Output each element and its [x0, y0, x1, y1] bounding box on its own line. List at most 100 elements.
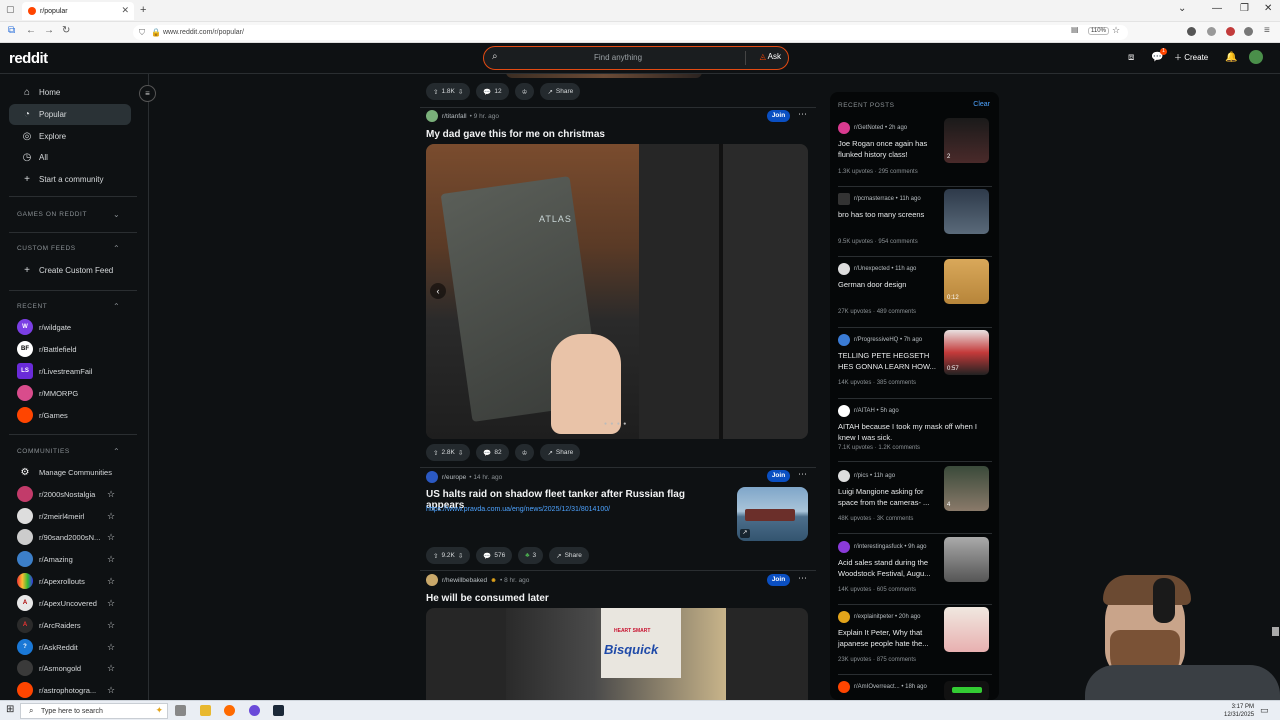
taskbar-search[interactable]: ⌕ Type here to search ✦	[20, 703, 168, 719]
task-view-icon[interactable]	[175, 705, 186, 716]
sidebar-item-all[interactable]: ◷ All	[9, 147, 131, 168]
create-custom-feed[interactable]: + Create Custom Feed	[9, 260, 131, 281]
subreddit-avatar[interactable]	[426, 110, 438, 122]
scrollbar-thumb[interactable]	[1272, 627, 1279, 636]
recent-post-item[interactable]: r/Unexpected • 11h ago German door desig…	[838, 259, 992, 323]
community-item[interactable]: Ar/ArcRaiders ☆	[17, 615, 115, 635]
post-title[interactable]: He will be consumed later	[426, 593, 549, 604]
star-icon[interactable]: ☆	[107, 532, 115, 543]
url-field[interactable]: ⛉ 🔒 www.reddit.com/r/popular/	[133, 25, 1128, 40]
share-button[interactable]: ↗ Share	[540, 83, 581, 100]
community-item[interactable]: r/Asmongold ☆	[17, 658, 115, 678]
vote-control[interactable]: ⇧ 1.8K ⇩	[426, 83, 471, 100]
menu-icon[interactable]: ≡	[1264, 25, 1270, 36]
comments-button[interactable]: 💬 12	[476, 83, 509, 100]
recent-community[interactable]: LS r/LivestreamFail	[17, 361, 92, 381]
speaker-icon[interactable]	[1244, 27, 1253, 36]
community-item[interactable]: ? r/AskReddit ☆	[17, 637, 115, 657]
join-button[interactable]: Join	[767, 110, 790, 122]
join-button[interactable]: Join	[767, 574, 790, 586]
manage-communities[interactable]: ⚙ Manage Communities	[17, 462, 112, 482]
close-window-icon[interactable]: ✕	[1264, 3, 1272, 14]
reader-view-icon[interactable]: ▤	[1071, 25, 1079, 34]
star-icon[interactable]: ☆	[107, 576, 115, 587]
share-button[interactable]: ↗ Share	[549, 547, 589, 564]
steam-icon[interactable]	[273, 705, 284, 716]
more-options-icon[interactable]: ⋯	[798, 573, 807, 584]
chevron-down-icon[interactable]: ⌄	[1178, 3, 1186, 14]
advertise-icon[interactable]: ⧈	[1128, 52, 1134, 63]
vote-control[interactable]: ⇧ 9.2K ⇩	[426, 547, 471, 564]
refresh-icon[interactable]: ↻	[62, 25, 70, 36]
comments-button[interactable]: 💬 576	[476, 547, 513, 564]
recent-community[interactable]: r/MMORPG	[17, 383, 78, 403]
join-button[interactable]: Join	[767, 470, 790, 482]
create-button[interactable]: ＋ Create	[1174, 52, 1208, 63]
more-options-icon[interactable]: ⋯	[798, 469, 807, 480]
community-item[interactable]: r/astrophotogra... ☆	[17, 680, 115, 700]
communities-header[interactable]: COMMUNITIES ⌃	[17, 447, 120, 456]
extension-icon[interactable]	[1187, 27, 1196, 36]
carousel-prev-icon[interactable]: ‹	[430, 283, 446, 299]
vote-control[interactable]: ⇧ 2.8K ⇩	[426, 444, 471, 461]
subreddit-name[interactable]: r/europe	[442, 474, 466, 481]
subreddit-avatar[interactable]	[426, 471, 438, 483]
recent-post-item[interactable]: r/AmIOverreact... • 18h ago	[838, 681, 992, 700]
browser-tab[interactable]: r/popular ✕	[22, 2, 134, 20]
star-icon[interactable]: ☆	[107, 642, 115, 653]
user-avatar[interactable]	[1249, 50, 1263, 64]
subreddit-name[interactable]: r/titanfall	[442, 113, 467, 120]
recent-post-item[interactable]: r/pics • 11h ago Luigi Mangione asking f…	[838, 466, 992, 530]
custom-feeds-header[interactable]: CUSTOM FEEDS ⌃	[17, 244, 120, 253]
sidebar-item-home[interactable]: ⌂ Home	[9, 82, 131, 103]
recent-post-item[interactable]: r/ProgressiveHQ • 7h ago TELLING PETE HE…	[838, 330, 992, 394]
downvote-icon[interactable]: ⇩	[458, 449, 463, 457]
games-section-header[interactable]: GAMES ON REDDIT ⌄	[17, 210, 120, 219]
community-item[interactable]: r/90sand2000sN... ☆	[17, 527, 115, 547]
file-explorer-icon[interactable]	[200, 705, 211, 716]
system-clock[interactable]: 3:17 PM 12/31/2025	[1224, 703, 1254, 719]
award-button[interactable]: ♔	[514, 444, 535, 461]
recent-post-item[interactable]: r/explainitpeter • 20h ago Explain It Pe…	[838, 607, 992, 671]
downvote-icon[interactable]: ⇩	[458, 552, 463, 560]
extension-icon[interactable]	[1226, 27, 1235, 36]
sidebar-item-popular[interactable]: ◔ Popular	[9, 104, 131, 125]
more-options-icon[interactable]: ⋯	[798, 109, 807, 120]
upvote-icon[interactable]: ⇧	[433, 449, 438, 457]
ask-button[interactable]: ◬ Ask	[760, 52, 781, 61]
star-icon[interactable]: ☆	[107, 620, 115, 631]
sidebar-item-start-community[interactable]: + Start a community	[9, 169, 131, 190]
windows-start-icon[interactable]: ⊞	[6, 704, 14, 715]
award-button[interactable]: ♔	[514, 83, 535, 100]
post-image[interactable]: HEART SMART Bisquick	[426, 608, 808, 700]
clear-button[interactable]: Clear	[973, 101, 990, 108]
upvote-icon[interactable]: ⇧	[433, 552, 438, 560]
forward-icon[interactable]: →	[44, 25, 54, 36]
recent-community[interactable]: Wr/wildgate	[17, 317, 71, 337]
recent-post-item[interactable]: r/pcmasterrace • 11h ago bro has too man…	[838, 189, 992, 253]
firefox-icon[interactable]	[224, 705, 235, 716]
share-button[interactable]: ↗ Share	[540, 444, 581, 461]
recent-post-item[interactable]: r/GetNoted • 2h ago Joe Rogan once again…	[838, 118, 992, 182]
community-item[interactable]: r/Amazing ☆	[17, 549, 115, 569]
subreddit-name[interactable]: r/hewillbebaked	[442, 577, 487, 584]
back-icon[interactable]: ←	[26, 25, 36, 36]
sidebar-toggle-icon[interactable]: ⧉	[8, 25, 15, 36]
community-item[interactable]: r/2meirl4meirl ☆	[17, 506, 115, 526]
star-icon[interactable]: ☆	[107, 598, 115, 609]
post-link[interactable]: https://www.pravda.com.ua/eng/news/2025/…	[426, 506, 610, 513]
upvote-icon[interactable]: ⇧	[433, 88, 438, 96]
minimize-icon[interactable]: —	[1212, 3, 1222, 14]
community-item[interactable]: r/2000sNostalgia ☆	[17, 484, 115, 504]
sidebar-item-explore[interactable]: ◎ Explore	[9, 126, 131, 147]
award-button[interactable]: ♣ 3	[518, 547, 544, 564]
close-tab-icon[interactable]: ✕	[121, 5, 129, 16]
bell-icon[interactable]: 🔔	[1225, 52, 1237, 63]
post-image[interactable]	[506, 74, 702, 78]
maximize-icon[interactable]: ❐	[1240, 3, 1249, 14]
subreddit-avatar[interactable]	[426, 574, 438, 586]
recent-community[interactable]: BF r/Battlefield	[17, 339, 77, 359]
discord-icon[interactable]	[249, 705, 260, 716]
recent-header[interactable]: RECENT ⌃	[17, 302, 120, 311]
downvote-icon[interactable]: ⇩	[458, 88, 463, 96]
